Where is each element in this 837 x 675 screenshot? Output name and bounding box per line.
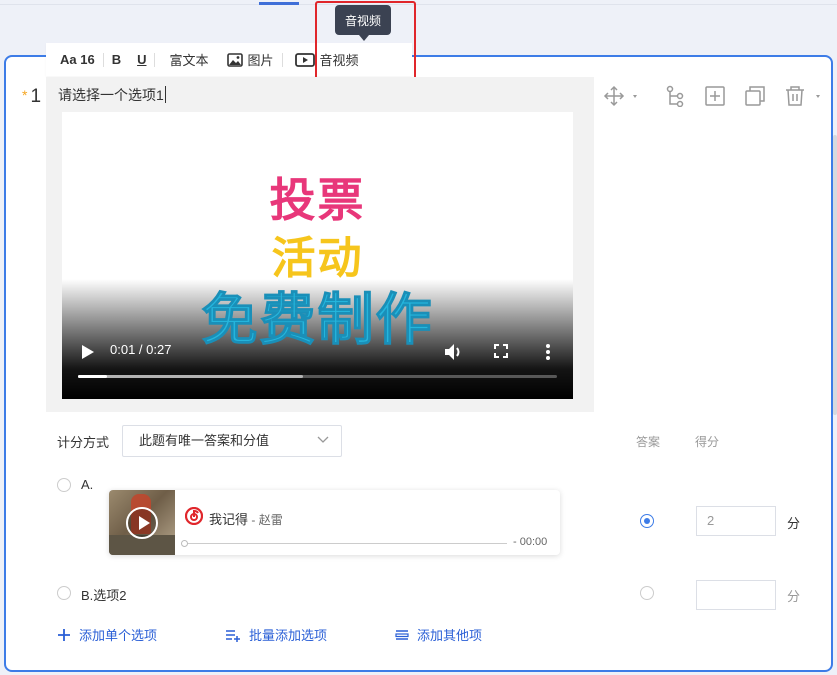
bold-button[interactable]: B — [104, 43, 129, 76]
music-title: 我记得 - 赵雷 — [209, 509, 283, 528]
music-cover — [109, 490, 175, 555]
option-a-label[interactable]: A. — [81, 477, 93, 492]
more-options-icon[interactable] — [545, 343, 551, 361]
answer-column-header: 答案 — [636, 435, 661, 449]
question-number: * 1 — [22, 86, 41, 108]
plus-icon — [58, 628, 70, 641]
video-player[interactable]: 投票 活动 免费制作 0:01 / 0:27 — [62, 112, 573, 399]
delete-tool[interactable] — [784, 85, 826, 110]
underline-button[interactable]: U — [129, 43, 154, 76]
option-b-label[interactable]: B.选项2 — [81, 585, 127, 604]
music-progress-track[interactable] — [185, 543, 507, 544]
batch-add-icon — [226, 629, 240, 642]
question-title[interactable]: 请选择一个选项1 — [58, 85, 166, 105]
fullscreen-icon[interactable] — [494, 344, 508, 358]
volume-icon[interactable] — [444, 343, 464, 361]
video-buffered-bar — [78, 375, 304, 378]
scoring-select[interactable]: 此题有唯一答案和分值 — [122, 425, 342, 457]
song-artist-sep: - — [248, 513, 259, 527]
option-a-answer-radio[interactable] — [640, 514, 654, 528]
scoring-label: 计分方式 — [57, 435, 110, 450]
batch-add-options-label: 批量添加选项 — [249, 628, 328, 643]
move-icon — [603, 85, 637, 107]
required-star: * — [22, 87, 28, 103]
option-b-score-unit: 分 — [787, 589, 801, 604]
logic-icon — [666, 85, 684, 108]
song-artist: 赵雷 — [258, 513, 283, 527]
scoring-select-value: 此题有唯一答案和分值 — [139, 433, 270, 448]
chevron-down-icon — [317, 436, 329, 443]
option-a-score-input[interactable]: 2 — [696, 506, 776, 536]
rich-text-button[interactable]: 富文本 — [155, 43, 218, 76]
image-icon — [226, 52, 243, 67]
add-other-option-button[interactable]: 添加其他项 — [395, 625, 482, 644]
score-column-header: 得分 — [695, 435, 720, 449]
play-icon[interactable] — [81, 344, 95, 360]
add-box-icon — [705, 86, 725, 106]
copy-icon — [745, 86, 765, 106]
logic-tool[interactable] — [665, 85, 685, 110]
option-b-answer-radio[interactable] — [640, 586, 654, 600]
song-name: 我记得 — [209, 512, 249, 527]
add-question-tool[interactable] — [704, 85, 726, 110]
trash-icon — [786, 86, 820, 106]
font-size-button[interactable]: Aa 16 — [46, 43, 103, 76]
music-time: - 00:00 — [513, 536, 548, 548]
netease-music-icon — [185, 507, 203, 525]
add-single-option-button[interactable]: 添加单个选项 — [57, 625, 157, 644]
question-title-text: 请选择一个选项1 — [58, 87, 164, 103]
tooltip-arrow — [359, 35, 369, 41]
option-a-score-unit: 分 — [787, 516, 801, 531]
active-tab-indicator — [259, 2, 299, 5]
music-play-button[interactable] — [126, 507, 158, 539]
page-scrollbar[interactable] — [833, 135, 837, 415]
add-other-option-label: 添加其他项 — [417, 628, 483, 643]
option-b-radio[interactable] — [57, 586, 71, 600]
option-b-score-input[interactable] — [696, 580, 776, 610]
media-tooltip: 音视频 — [335, 5, 391, 35]
image-button[interactable]: 图片 — [219, 43, 282, 76]
option-a-radio[interactable] — [57, 478, 71, 492]
move-tool[interactable] — [603, 85, 643, 110]
music-player-card[interactable]: 我记得 - 赵雷 - 00:00 — [109, 490, 560, 555]
add-single-option-label: 添加单个选项 — [79, 628, 158, 643]
image-button-label: 图片 — [247, 53, 274, 68]
video-progress-track[interactable] — [78, 375, 557, 378]
copy-tool[interactable] — [744, 85, 766, 110]
music-progress-knob[interactable] — [181, 540, 188, 547]
video-icon — [294, 52, 315, 67]
text-caret — [164, 86, 166, 103]
other-add-icon — [395, 629, 409, 640]
question-index: 1 — [30, 86, 42, 107]
batch-add-options-button[interactable]: 批量添加选项 — [225, 625, 327, 644]
top-divider — [0, 4, 837, 5]
video-overlay-line1: 投票 — [269, 173, 366, 227]
video-time: 0:01 / 0:27 — [110, 342, 172, 357]
video-played-bar — [78, 375, 107, 378]
